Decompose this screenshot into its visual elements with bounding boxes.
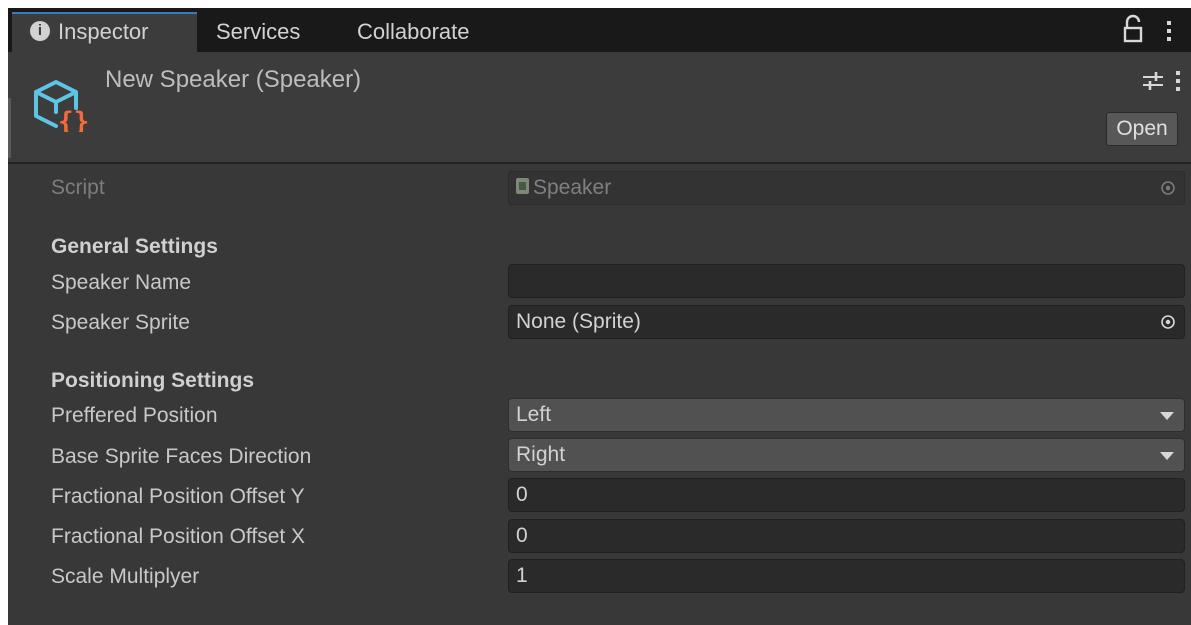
tab-services[interactable]: Services (216, 12, 300, 52)
preferred-position-label: Preffered Position (51, 404, 218, 427)
base-sprite-faces-label: Base Sprite Faces Direction (51, 445, 312, 468)
scale-multiplyer-label: Scale Multiplyer (51, 565, 200, 588)
script-field: Speaker (508, 171, 1185, 205)
offset-y-label: Fractional Position Offset Y (51, 485, 305, 508)
object-picker-icon[interactable] (1160, 314, 1176, 330)
lock-icon[interactable] (1122, 14, 1144, 46)
speaker-name-label: Speaker Name (51, 271, 192, 294)
general-settings-heading: General Settings (51, 235, 218, 258)
kebab-menu-icon[interactable] (1171, 68, 1185, 94)
dropdown-caret-icon (1160, 412, 1174, 420)
info-icon: i (30, 21, 50, 42)
base-sprite-faces-dropdown[interactable]: Right (508, 438, 1185, 472)
object-picker-icon (1161, 181, 1175, 195)
offset-y-field[interactable]: 0 (508, 478, 1185, 512)
script-value: Speaker (533, 176, 612, 199)
preset-sliders-icon[interactable] (1142, 70, 1164, 92)
script-label: Script (51, 176, 105, 199)
base-sprite-faces-value: Right (516, 443, 566, 466)
script-asset-icon: {} (34, 80, 89, 132)
scale-multiplyer-field[interactable]: 1 (508, 559, 1185, 593)
inspector-header: {} New Speaker (Speaker) Open (8, 52, 1191, 164)
speaker-name-field[interactable] (508, 264, 1185, 298)
open-button[interactable]: Open (1106, 112, 1178, 146)
offset-x-label: Fractional Position Offset X (51, 525, 306, 548)
tab-inspector[interactable]: i Inspector (12, 12, 197, 52)
speaker-sprite-value: None (Sprite) (516, 310, 641, 333)
offset-x-field[interactable]: 0 (508, 519, 1185, 553)
kebab-menu-icon[interactable] (1160, 16, 1178, 46)
script-file-icon (516, 178, 529, 195)
speaker-sprite-field[interactable]: None (Sprite) (508, 305, 1185, 339)
preferred-position-dropdown[interactable]: Left (508, 398, 1185, 432)
tab-collaborate-label: Collaborate (357, 19, 470, 44)
tab-bar: i Inspector Services Collaborate (8, 8, 1191, 52)
tab-inspector-label: Inspector (58, 19, 149, 44)
inspector-window: i Inspector Services Collaborate {} New S… (8, 8, 1191, 625)
tab-services-label: Services (216, 19, 301, 44)
edge-strip (8, 98, 11, 158)
svg-text:{}: {} (58, 107, 89, 132)
positioning-settings-heading: Positioning Settings (51, 369, 254, 392)
tab-collaborate[interactable]: Collaborate (357, 12, 470, 52)
speaker-sprite-label: Speaker Sprite (51, 311, 190, 334)
object-title: New Speaker (Speaker) (105, 66, 362, 93)
dropdown-caret-icon (1160, 452, 1174, 460)
preferred-position-value: Left (516, 403, 552, 426)
